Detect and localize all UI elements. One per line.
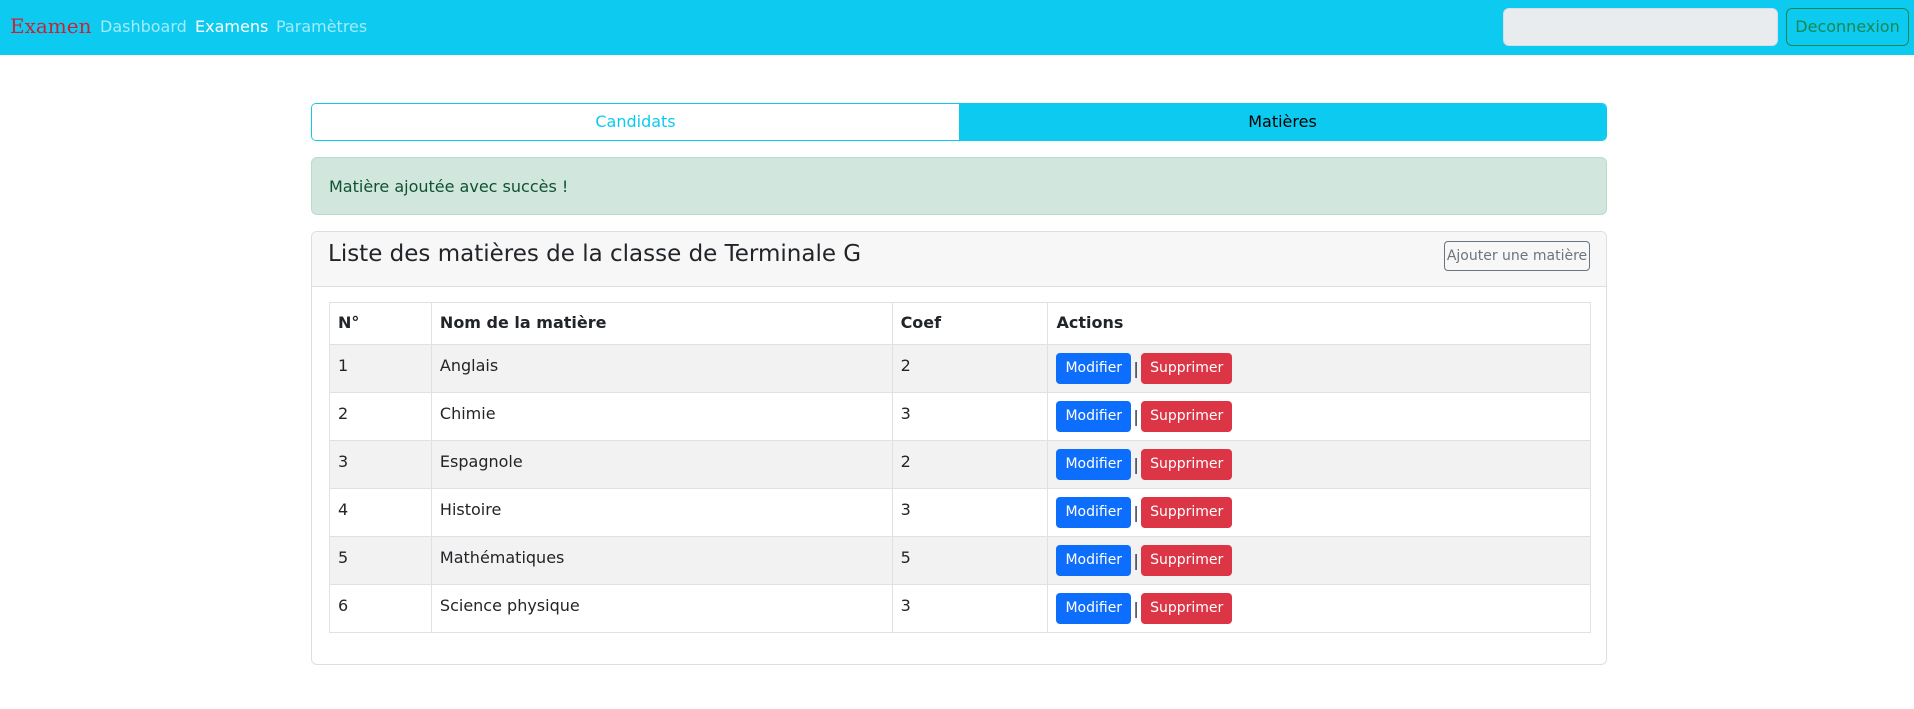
row-coef: 2 bbox=[891, 440, 1049, 489]
edit-button[interactable]: Modifier bbox=[1056, 545, 1132, 576]
success-alert: Matière ajoutée avec succès ! bbox=[311, 157, 1607, 215]
action-separator: | bbox=[1133, 599, 1139, 618]
table-row: 1 Anglais 2 Modifier | Supprimer bbox=[329, 344, 1591, 393]
subjects-card: Liste des matières de la classe de Termi… bbox=[311, 231, 1607, 665]
row-coef: 3 bbox=[891, 392, 1049, 441]
row-subject-name: Histoire bbox=[430, 488, 893, 537]
header-actions: Actions bbox=[1047, 302, 1591, 345]
table-row: 3 Espagnole 2 Modifier | Supprimer bbox=[329, 440, 1591, 489]
action-separator: | bbox=[1133, 503, 1139, 522]
row-actions: Modifier | Supprimer bbox=[1047, 488, 1591, 537]
search-input[interactable] bbox=[1503, 8, 1778, 46]
add-subject-button[interactable]: Ajouter une matière bbox=[1444, 241, 1590, 271]
row-coef: 5 bbox=[891, 536, 1049, 585]
row-number: 3 bbox=[329, 440, 432, 489]
row-number: 2 bbox=[329, 392, 432, 441]
delete-button[interactable]: Supprimer bbox=[1141, 401, 1233, 432]
edit-button[interactable]: Modifier bbox=[1056, 401, 1132, 432]
row-number: 1 bbox=[329, 344, 432, 393]
row-coef: 2 bbox=[891, 344, 1049, 393]
row-actions: Modifier | Supprimer bbox=[1047, 392, 1591, 441]
logout-button[interactable]: Deconnexion bbox=[1786, 8, 1909, 46]
action-separator: | bbox=[1133, 455, 1139, 474]
delete-button[interactable]: Supprimer bbox=[1141, 497, 1233, 528]
row-coef: 3 bbox=[891, 488, 1049, 537]
table-row: 6 Science physique 3 Modifier | Supprimer bbox=[329, 584, 1591, 633]
row-number: 4 bbox=[329, 488, 432, 537]
brand-logo[interactable]: Examen bbox=[10, 14, 91, 38]
header-number: N° bbox=[329, 302, 432, 345]
delete-button[interactable]: Supprimer bbox=[1141, 353, 1233, 384]
nav-dashboard[interactable]: Dashboard bbox=[100, 17, 187, 36]
row-number: 5 bbox=[329, 536, 432, 585]
row-actions: Modifier | Supprimer bbox=[1047, 584, 1591, 633]
action-separator: | bbox=[1133, 407, 1139, 426]
table-row: 4 Histoire 3 Modifier | Supprimer bbox=[329, 488, 1591, 537]
tab-matieres[interactable]: Matières bbox=[959, 104, 1606, 140]
row-subject-name: Mathématiques bbox=[430, 536, 893, 585]
edit-button[interactable]: Modifier bbox=[1056, 449, 1132, 480]
row-coef: 3 bbox=[891, 584, 1049, 633]
row-actions: Modifier | Supprimer bbox=[1047, 536, 1591, 585]
header-coef: Coef bbox=[891, 302, 1049, 345]
delete-button[interactable]: Supprimer bbox=[1141, 449, 1233, 480]
card-title: Liste des matières de la classe de Termi… bbox=[328, 241, 862, 267]
nav-parametres[interactable]: Paramètres bbox=[276, 17, 367, 36]
tab-candidats[interactable]: Candidats bbox=[312, 104, 959, 140]
edit-button[interactable]: Modifier bbox=[1056, 353, 1132, 384]
edit-button[interactable]: Modifier bbox=[1056, 593, 1132, 624]
tab-bar: Candidats Matières bbox=[311, 103, 1607, 141]
card-header: Liste des matières de la classe de Termi… bbox=[312, 232, 1606, 287]
action-separator: | bbox=[1133, 551, 1139, 570]
delete-button[interactable]: Supprimer bbox=[1141, 545, 1233, 576]
delete-button[interactable]: Supprimer bbox=[1141, 593, 1233, 624]
nav-examens[interactable]: Examens bbox=[195, 17, 268, 36]
table-row: 2 Chimie 3 Modifier | Supprimer bbox=[329, 392, 1591, 441]
row-subject-name: Science physique bbox=[430, 584, 893, 633]
row-actions: Modifier | Supprimer bbox=[1047, 440, 1591, 489]
subjects-table: N° Nom de la matière Coef Actions 1 Angl… bbox=[329, 302, 1591, 633]
top-navbar: Examen Dashboard Examens Paramètres Deco… bbox=[0, 0, 1914, 55]
row-subject-name: Chimie bbox=[430, 392, 893, 441]
table-row: 5 Mathématiques 5 Modifier | Supprimer bbox=[329, 536, 1591, 585]
edit-button[interactable]: Modifier bbox=[1056, 497, 1132, 528]
row-subject-name: Anglais bbox=[430, 344, 893, 393]
row-subject-name: Espagnole bbox=[430, 440, 893, 489]
row-number: 6 bbox=[329, 584, 432, 633]
row-actions: Modifier | Supprimer bbox=[1047, 344, 1591, 393]
table-header-row: N° Nom de la matière Coef Actions bbox=[329, 302, 1591, 345]
action-separator: | bbox=[1133, 359, 1139, 378]
header-subject-name: Nom de la matière bbox=[430, 302, 893, 345]
